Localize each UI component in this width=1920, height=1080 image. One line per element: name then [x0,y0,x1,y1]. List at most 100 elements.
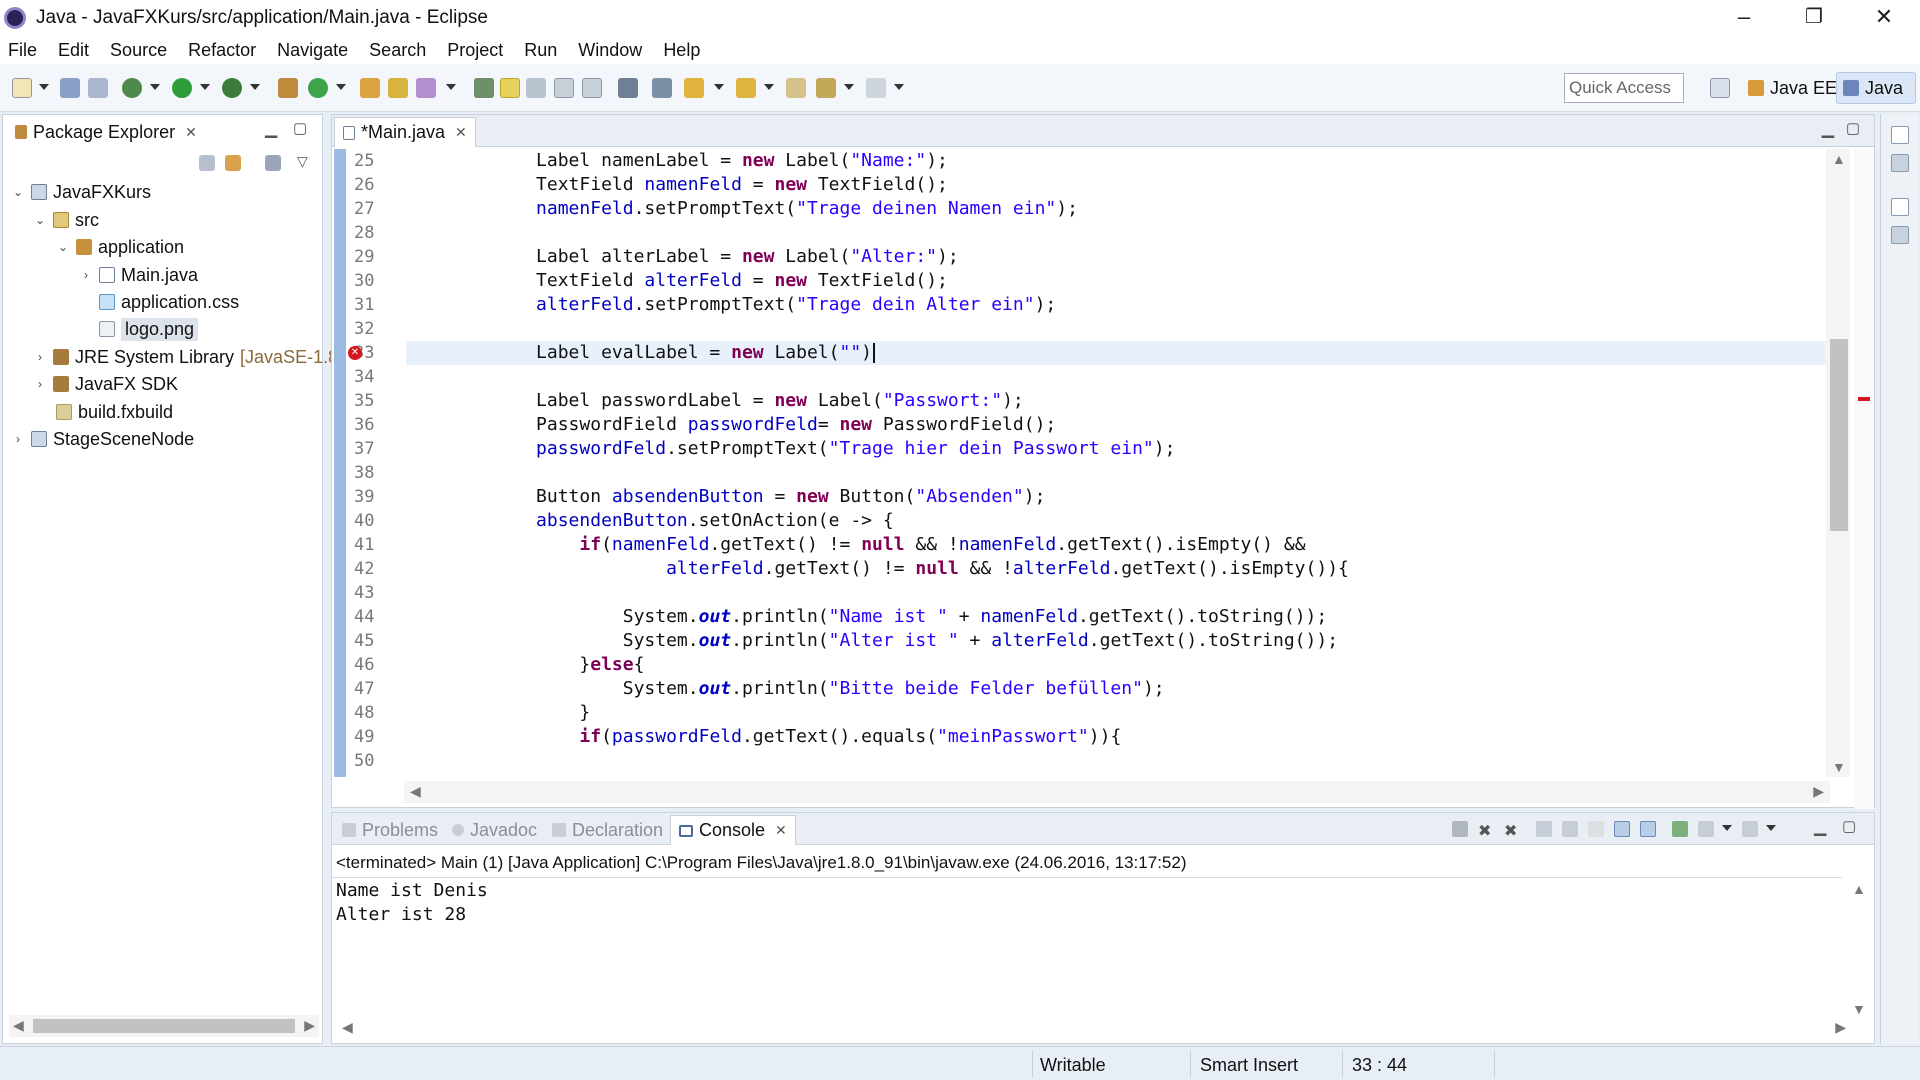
code-line[interactable]: System.out.println("Name ist " + namenFe… [406,605,1327,629]
tree-item-application[interactable]: ⌄ application [56,234,184,260]
run-icon[interactable] [172,78,192,98]
forward-dropdown-icon[interactable] [894,84,904,90]
tree-item-javafx-sdk[interactable]: › JavaFX SDK [33,371,178,397]
code-line[interactable]: Label evalLabel = new Label("") [406,341,872,365]
code-line[interactable]: TextField alterFeld = new TextField(); [406,269,948,293]
forward-icon[interactable] [866,78,886,98]
tab-main-java[interactable]: *Main.java ✕ [334,117,476,147]
close-icon[interactable]: ✕ [775,822,787,839]
new-dropdown-icon[interactable] [39,84,49,90]
menu-search[interactable]: Search [369,40,426,61]
minimize-view-icon[interactable]: ▁ [265,119,277,139]
maximize-view-icon[interactable]: ▢ [1842,817,1856,835]
scroll-down-icon[interactable]: ▼ [1852,1001,1866,1017]
code-line[interactable]: Label alterLabel = new Label("Alter:"); [406,245,959,269]
code-line[interactable]: if(passwordFeld.getText().equals("meinPa… [406,725,1121,749]
show-on-stderr-icon[interactable] [1640,821,1656,837]
code-line[interactable]: Label passwordLabel = new Label("Passwor… [406,389,1024,413]
external-tools-icon[interactable] [222,78,242,98]
code-line[interactable]: Label namenLabel = new Label("Name:"); [406,149,948,173]
maximize-button[interactable]: ❐ [1786,0,1842,36]
new-file-icon[interactable] [12,78,32,98]
menu-run[interactable]: Run [524,40,557,61]
console-horizontal-scrollbar[interactable]: ◀ ▶ [336,1017,1852,1039]
chevron-right-icon[interactable]: › [11,432,25,446]
menu-source[interactable]: Source [110,40,167,61]
error-marker[interactable] [1858,397,1870,401]
tab-package-explorer[interactable]: Package Explorer ✕ [7,117,205,147]
last-edit-location-icon[interactable] [786,78,806,98]
tree-item-stagescenenode[interactable]: › StageSceneNode [11,426,194,452]
save-all-icon[interactable] [88,78,108,98]
code-line[interactable]: alterFeld.setPromptText("Trage dein Alte… [406,293,1056,317]
word-wrap-icon[interactable] [554,78,574,98]
tree-item-src[interactable]: ⌄ src [33,207,99,233]
tree-item-logo-png[interactable]: logo.png [99,316,199,342]
search-dropdown-icon[interactable] [446,84,456,90]
collapse-all-icon[interactable] [199,155,215,171]
minimize-view-icon[interactable]: ▁ [1814,817,1826,837]
code-line[interactable]: passwordFeld.setPromptText("Trage hier d… [406,437,1175,461]
code-line[interactable]: PasswordField passwordFeld= new Password… [406,413,1056,437]
tree-item-jre-system-library[interactable]: › JRE System Library [JavaSE-1.8 [33,344,338,370]
editor-vertical-scrollbar[interactable]: ▲ ▼ [1826,149,1850,777]
restore-icon[interactable] [1891,198,1909,216]
word-wrap-icon[interactable] [1588,821,1604,837]
external-tools-dropdown-icon[interactable] [250,84,260,90]
console-output[interactable]: Name ist Denis Alter ist 28 [336,879,488,927]
mark-occurrences-icon[interactable] [500,78,520,98]
task-list-icon[interactable] [1891,154,1909,172]
link-with-editor-icon[interactable] [225,155,241,171]
new-java-class-icon[interactable] [308,78,328,98]
menu-edit[interactable]: Edit [58,40,89,61]
menu-project[interactable]: Project [447,40,503,61]
close-icon[interactable]: ✕ [455,124,467,141]
tab-console[interactable]: Console ✕ [670,815,796,845]
perspective-java[interactable]: Java [1836,72,1916,104]
terminate-icon[interactable] [1452,821,1468,837]
maximize-view-icon[interactable]: ▢ [1846,119,1860,137]
code-line[interactable]: namenFeld.setPromptText("Trage deinen Na… [406,197,1078,221]
error-icon[interactable]: ✕ [348,346,362,360]
menu-refactor[interactable]: Refactor [188,40,256,61]
save-icon[interactable] [60,78,80,98]
tab-declaration[interactable]: Declaration [544,815,671,845]
chevron-down-icon[interactable]: ⌄ [33,213,47,227]
quick-access-input[interactable]: Quick Access [1564,73,1684,103]
tree-item-javafxkurs[interactable]: ⌄ JavaFXKurs [11,179,151,205]
code-line[interactable]: } [406,701,590,725]
close-icon[interactable]: ✕ [185,124,197,141]
menu-help[interactable]: Help [663,40,700,61]
show-whitespace-icon[interactable] [582,78,602,98]
code-line[interactable]: TextField namenFeld = new TextField(); [406,173,948,197]
annotation-ruler[interactable] [334,149,346,777]
back-icon[interactable] [816,78,836,98]
code-line[interactable]: if(namenFeld.getText() != null && !namen… [406,533,1305,557]
block-selection-icon[interactable] [526,78,546,98]
chevron-down-icon[interactable]: ⌄ [56,240,70,254]
debug-icon[interactable] [122,78,142,98]
chevron-right-icon[interactable]: › [33,350,47,364]
open-type-icon[interactable] [360,78,380,98]
scroll-lock-icon[interactable] [1562,821,1578,837]
next-annotation-icon[interactable] [684,78,704,98]
code-line[interactable]: Button absendenButton = new Button("Abse… [406,485,1045,509]
scroll-down-icon[interactable]: ▼ [1832,759,1846,775]
chevron-down-icon[interactable]: ⌄ [11,185,25,199]
scrollbar-thumb[interactable] [1830,339,1848,531]
display-console-dropdown-icon[interactable] [1722,825,1732,831]
tab-problems[interactable]: Problems [334,815,446,845]
code-line[interactable]: }else{ [406,653,644,677]
scroll-left-icon[interactable]: ◀ [342,1019,353,1036]
debug-dropdown-icon[interactable] [150,84,160,90]
code-line[interactable]: alterFeld.getText() != null && !alterFel… [406,557,1349,581]
perspective-java-ee[interactable]: Java EE [1748,74,1837,102]
scroll-right-icon[interactable]: ▶ [1813,783,1824,800]
previous-annotation-icon[interactable] [736,78,756,98]
focus-on-task-icon[interactable] [265,155,281,171]
open-console-dropdown-icon[interactable] [1766,825,1776,831]
menu-navigate[interactable]: Navigate [277,40,348,61]
pin-console-icon[interactable] [1672,821,1688,837]
view-menu-icon[interactable]: ▽ [297,153,308,170]
editor-horizontal-scrollbar[interactable]: ◀ ▶ [404,781,1830,803]
